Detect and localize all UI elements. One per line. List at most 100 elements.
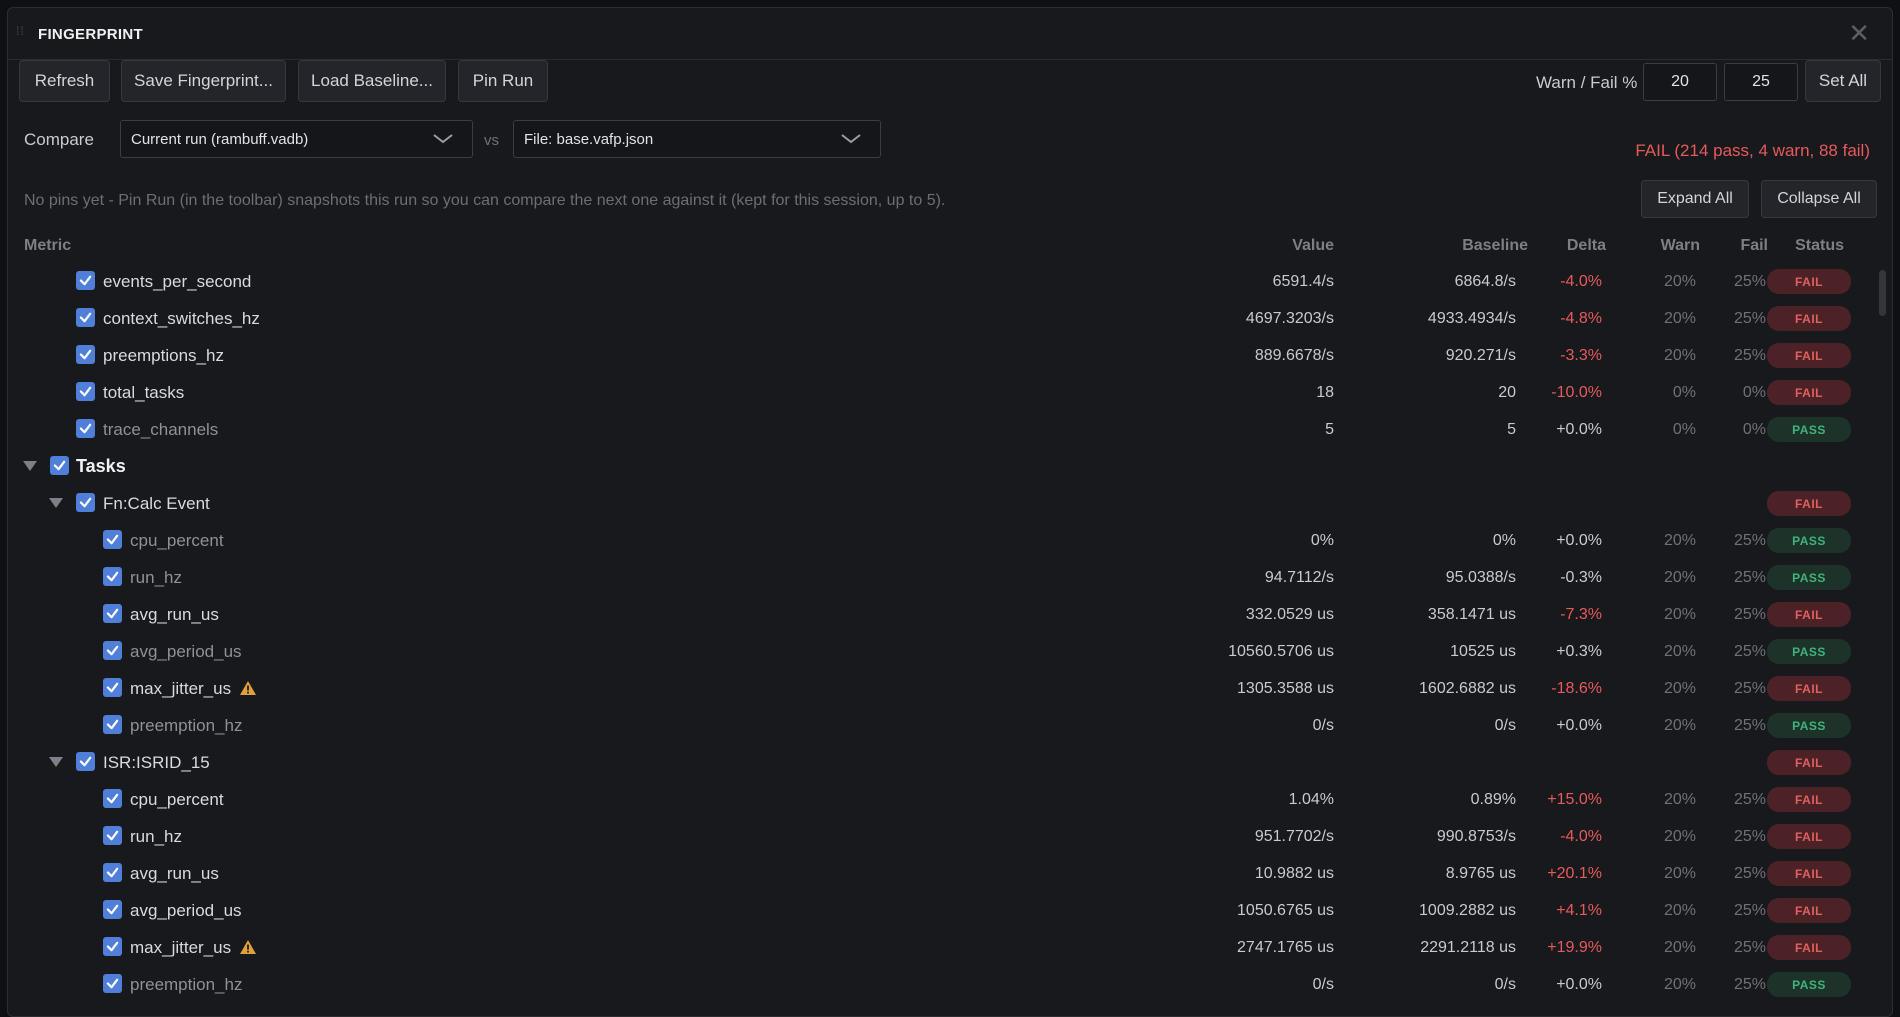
row-checkbox[interactable] [76,419,95,438]
delta-cell: +19.9% [1547,939,1602,956]
row-checkbox[interactable] [103,641,122,660]
column-baseline[interactable]: Baseline [1462,237,1528,255]
table-row[interactable]: run_hz 94.7112/s 95.0388/s -0.3% 20% 25% PASS [8,559,1892,596]
chevron-down-icon [433,134,453,144]
table-row[interactable]: avg_period_us 10560.5706 us 10525 us +0.3% 2… [8,633,1892,670]
table-row[interactable]: preemption_hz 0/s 0/s +0.0% 20% 25% PASS [8,966,1892,1003]
table-row[interactable]: total_tasks 18 20 -10.0% 0% 0% FAIL [8,374,1892,411]
current-run-select[interactable]: Current run (rambuff.vadb) [120,120,473,158]
column-fail[interactable]: Fail [1740,237,1768,255]
metric-name: cpu_percent [130,531,224,551]
table-row[interactable]: avg_period_us 1050.6765 us 1009.2882 us +4.… [8,892,1892,929]
table-row[interactable]: run_hz 951.7702/s 990.8753/s -4.0% 20% 25% FAI… [8,818,1892,855]
subgroup-row[interactable]: Fn:Calc Event FAIL [8,485,1892,522]
table-row[interactable]: preemptions_hz 889.6678/s 920.271/s -3.3% 20… [8,337,1892,374]
metric-name: avg_run_us [130,605,219,625]
warn-cell: 20% [1663,976,1696,993]
column-metric[interactable]: Metric [24,237,71,255]
expand-toggle-icon[interactable] [49,498,63,508]
title-bar[interactable]: ⁞⁞ FINGERPRINT ✕ [8,8,1892,60]
row-checkbox[interactable] [103,863,122,882]
baseline-select[interactable]: File: base.vafp.json [513,120,881,158]
status-badge: FAIL [1767,861,1851,886]
metric-name: preemption_hz [130,716,242,736]
fail-percent-input[interactable] [1724,63,1798,101]
warn-cell: 20% [1663,939,1696,956]
row-checkbox[interactable] [103,789,122,808]
row-checkbox[interactable] [103,530,122,549]
overall-status-summary: FAIL (214 pass, 4 warn, 88 fail) [1635,141,1870,160]
value-cell: 332.0529 us [1245,606,1334,623]
status-badge: PASS [1767,417,1851,442]
table-row[interactable]: context_switches_hz 4697.3203/s 4933.4934/… [8,300,1892,337]
row-checkbox[interactable] [103,826,122,845]
chevron-down-icon [841,134,861,144]
baseline-cell: 1009.2882 us [1419,902,1516,919]
table-row[interactable]: preemption_hz 0/s 0/s +0.0% 20% 25% PASS [8,707,1892,744]
table-row[interactable]: trace_channels 5 5 +0.0% 0% 0% PASS [8,411,1892,448]
row-checkbox[interactable] [76,308,95,327]
warn-cell: 20% [1663,717,1696,734]
row-checkbox[interactable] [76,382,95,401]
row-checkbox[interactable] [103,974,122,993]
expand-toggle-icon[interactable] [49,757,63,767]
save-fingerprint-button[interactable]: Save Fingerprint... [121,60,286,102]
table-row[interactable]: avg_run_us 10.9882 us 8.9765 us +20.1% 20% 25… [8,855,1892,892]
expand-all-button[interactable]: Expand All [1641,180,1749,218]
collapse-all-button[interactable]: Collapse All [1761,180,1877,218]
row-checkbox[interactable] [76,493,95,512]
fail-cell: 25% [1733,310,1766,327]
set-all-button[interactable]: Set All [1805,60,1881,102]
row-checkbox[interactable] [76,345,95,364]
row-checkbox[interactable] [103,678,122,697]
expand-toggle-icon[interactable] [23,461,37,471]
fail-cell: 0% [1742,384,1766,401]
delta-cell: +4.1% [1556,902,1602,919]
delta-cell: +20.1% [1547,865,1602,882]
warn-cell: 20% [1663,532,1696,549]
table-row[interactable]: events_per_second 6591.4/s 6864.8/s -4.0% 20… [8,263,1892,300]
refresh-button[interactable]: Refresh [19,60,110,102]
warn-cell: 20% [1663,606,1696,623]
row-checkbox[interactable] [103,715,122,734]
table-row[interactable]: max_jitter_us 2747.1765 us 2291.2118 us +19… [8,929,1892,966]
close-icon[interactable]: ✕ [1848,18,1870,49]
row-checkbox[interactable] [76,752,95,771]
table-row[interactable]: max_jitter_us 1305.3588 us 1602.6882 us -18… [8,670,1892,707]
value-cell: 1050.6765 us [1237,902,1334,919]
drag-handle-icon[interactable]: ⁞⁞ [16,25,24,42]
table-row[interactable]: cpu_percent 0% 0% +0.0% 20% 25% PASS [8,522,1892,559]
baseline-cell: 0/s [1494,976,1516,993]
metric-name: run_hz [130,827,182,847]
warn-percent-input[interactable] [1643,63,1717,101]
value-cell: 94.7112/s [1264,569,1334,586]
column-value[interactable]: Value [1292,237,1334,255]
metric-name-text: avg_period_us [130,901,242,920]
column-status[interactable]: Status [1795,237,1844,255]
subgroup-row[interactable]: ISR:ISRID_15 FAIL [8,744,1892,781]
group-row[interactable]: Tasks [8,448,1892,485]
status-badge: PASS [1767,713,1851,738]
row-checkbox[interactable] [103,567,122,586]
row-checkbox[interactable] [76,271,95,290]
status-badge: PASS [1767,528,1851,553]
pin-run-button[interactable]: Pin Run [458,60,548,102]
value-cell: 10560.5706 us [1228,643,1334,660]
warning-icon [240,681,257,695]
column-warn[interactable]: Warn [1661,237,1700,255]
scrollbar-thumb[interactable] [1879,270,1886,316]
status-badge: FAIL [1767,602,1851,627]
fail-cell: 25% [1733,939,1766,956]
threshold-label: Warn / Fail % [1536,73,1638,92]
load-baseline-button[interactable]: Load Baseline... [298,60,446,102]
column-delta[interactable]: Delta [1567,237,1606,255]
row-checkbox[interactable] [50,456,69,475]
row-checkbox[interactable] [103,604,122,623]
table-row[interactable]: avg_run_us 332.0529 us 358.1471 us -7.3% 20%… [8,596,1892,633]
table-row[interactable]: cpu_percent 1.04% 0.89% +15.0% 20% 25% FAIL [8,781,1892,818]
metric-name-text: context_switches_hz [103,309,260,328]
value-cell: 2747.1765 us [1237,939,1334,956]
row-checkbox[interactable] [103,937,122,956]
metric-name-text: Tasks [76,456,126,476]
row-checkbox[interactable] [103,900,122,919]
